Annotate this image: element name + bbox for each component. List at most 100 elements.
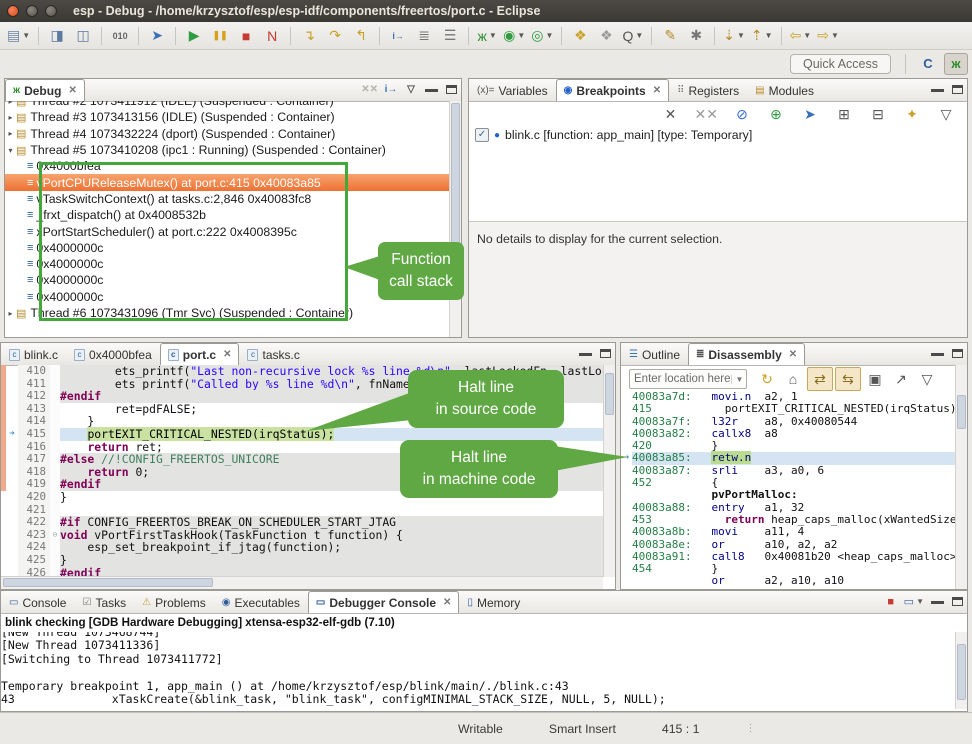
minimize-icon[interactable] (930, 596, 944, 608)
use-step-filters-button[interactable]: ☰ (438, 25, 462, 47)
breakpoint-checkbox[interactable]: ✓ (475, 128, 489, 142)
save-all-button[interactable]: ◫ (71, 25, 95, 47)
chevron-down-icon[interactable]: ▼ (765, 31, 773, 40)
back-button[interactable]: ⇦▼ (788, 25, 814, 47)
debug-thread-row[interactable]: ▸▤Thread #6 1073431096 (Tmr Svc) (Suspen… (5, 305, 450, 321)
remove-all-breakpoints-button[interactable]: ✕✕ (693, 103, 720, 125)
fold-minus-icon[interactable]: ⊖ (50, 529, 60, 542)
debug-button[interactable]: ж▼ (475, 25, 499, 47)
show-lines-button[interactable]: ≣ (412, 25, 436, 47)
tab-blink-c[interactable]: cblink.c (1, 343, 66, 365)
tab-problems[interactable]: ⚠Problems (134, 591, 214, 613)
window-minimize-button[interactable] (26, 5, 38, 17)
instruction-stepping-mode-button[interactable]: i→ (384, 84, 398, 95)
minimize-icon[interactable] (424, 84, 438, 96)
tree-expander-icon[interactable]: ▸ (5, 309, 16, 318)
maximize-icon[interactable] (950, 349, 964, 358)
external-tools-button[interactable]: ◎▼ (529, 25, 555, 47)
tab-modules[interactable]: ▤Modules (747, 79, 822, 101)
chevron-down-icon[interactable]: ▼ (546, 31, 554, 40)
perspective-debug-button[interactable]: ж (944, 53, 968, 75)
minimize-icon[interactable] (578, 348, 592, 360)
step-into-button[interactable]: ↴ (297, 25, 321, 47)
disassembly-listing[interactable]: 40083a7d: movi.n a2, 1415 portEXIT_CRITI… (621, 391, 956, 589)
open-type-button[interactable]: ❖ (568, 25, 592, 47)
debug-stack-frame[interactable]: ≡xPortStartScheduler() at port.c:222 0x4… (5, 223, 450, 239)
tab-console[interactable]: ▭Console (1, 591, 74, 613)
debug-thread-row[interactable]: ▾▤Thread #5 1073410208 (ipc1 : Running) … (5, 142, 450, 158)
maximize-icon[interactable] (598, 349, 612, 358)
chevron-down-icon[interactable]: ▼ (517, 31, 525, 40)
tab-breakpoints[interactable]: ◉Breakpoints✕ (556, 79, 669, 101)
instruction-stepping-button[interactable]: i→ (386, 25, 410, 47)
close-icon[interactable]: ✕ (68, 85, 76, 96)
remove-all-terminated-button[interactable]: ✕✕ (361, 84, 378, 95)
expand-all-button[interactable]: ⊞ (832, 103, 856, 125)
chevron-down-icon[interactable]: ▼ (916, 597, 924, 606)
maximize-icon[interactable] (950, 85, 964, 94)
search-button[interactable]: Q▼ (620, 25, 645, 47)
close-icon[interactable]: ✕ (443, 597, 451, 608)
forward-button[interactable]: ⇨▼ (815, 25, 841, 47)
tab-registers[interactable]: ⠿Registers (669, 79, 747, 101)
refresh-button[interactable]: ↻ (755, 368, 779, 390)
debug-thread-row[interactable]: ▸▤Thread #3 1073413156 (IDLE) (Suspended… (5, 109, 450, 125)
disconnect-button[interactable]: N (260, 25, 284, 47)
console-scrollbar[interactable] (955, 632, 967, 709)
debug-stack-frame[interactable]: ≡vTaskSwitchContext() at tasks.c:2,846 0… (5, 191, 450, 207)
editor-horizontal-scrollbar[interactable] (1, 576, 603, 589)
debug-stack-frame[interactable]: ≡vPortCPUReleaseMutex() at port.c:415 0x… (5, 174, 450, 190)
select-pointer-button[interactable]: ➤ (145, 25, 169, 47)
binary-button[interactable]: 010 (108, 25, 132, 47)
go-to-file-button[interactable]: ⊕ (764, 103, 788, 125)
chevron-down-icon[interactable]: ▼ (737, 31, 745, 40)
tree-expander-icon[interactable]: ▾ (5, 146, 16, 155)
suspend-button[interactable]: ❚❚ (208, 25, 232, 47)
minimize-icon[interactable] (930, 348, 944, 360)
tab-variables[interactable]: (x)=Variables (469, 79, 556, 101)
window-maximize-button[interactable] (45, 5, 57, 17)
tree-expander-icon[interactable]: ▸ (5, 113, 16, 122)
maximize-icon[interactable] (444, 85, 458, 94)
resume-button[interactable]: ▶ (182, 25, 206, 47)
console-output[interactable]: [New Thread 1073468744][New Thread 10734… (1, 632, 955, 709)
terminate-button[interactable]: ■ (884, 596, 898, 608)
skip-all-breakpoints-button[interactable]: ⊘ (730, 103, 754, 125)
chevron-down-icon[interactable]: ▼ (635, 31, 643, 40)
close-icon[interactable]: ✕ (223, 349, 231, 360)
debug-stack-frame[interactable]: ≡_frxt_dispatch() at 0x4008532b (5, 207, 450, 223)
tab-executables[interactable]: ◉Executables (214, 591, 308, 613)
perspective-cpp-button[interactable]: C (916, 53, 940, 75)
link-with-debug-view-button[interactable]: ✦ (900, 103, 924, 125)
chevron-down-icon[interactable]: ▼ (803, 31, 811, 40)
tree-expander-icon[interactable]: ▸ (5, 129, 16, 138)
last-edit-location-button[interactable]: ⇣▼ (721, 25, 747, 47)
status-drag-handle[interactable]: ⋮ (745, 723, 756, 734)
tab-0x4000bfea[interactable]: c0x4000bfea (66, 343, 160, 365)
run-button[interactable]: ◉▼ (501, 25, 527, 47)
remove-breakpoint-button[interactable]: ✕ (659, 103, 683, 125)
minimize-icon[interactable] (930, 84, 944, 96)
display-selected-console-button[interactable]: ▭▼ (904, 595, 924, 608)
home-button[interactable]: ⌂ (781, 368, 805, 390)
debug-thread-row[interactable]: ▸▤Thread #2 1073411912 (IDLE) (Suspended… (5, 101, 450, 109)
debug-scrollbar[interactable] (449, 101, 461, 337)
debug-thread-row[interactable]: ▸▤Thread #4 1073432224 (dport) (Suspende… (5, 126, 450, 142)
step-return-button[interactable]: ↰ (349, 25, 373, 47)
chevron-down-icon[interactable]: ▼ (22, 31, 30, 40)
chevron-down-icon[interactable]: ▼ (831, 31, 839, 40)
close-icon[interactable]: ✕ (789, 349, 797, 360)
close-icon[interactable]: ✕ (653, 85, 661, 96)
open-new-button[interactable]: ↗ (889, 368, 913, 390)
tab-debug[interactable]: ж Debug ✕ (5, 79, 85, 101)
tab-port-c[interactable]: cport.c✕ (160, 343, 240, 365)
tab-disassembly[interactable]: ≣Disassembly✕ (688, 343, 805, 365)
debug-stack-frame[interactable]: ≡0x4000bfea (5, 158, 450, 174)
location-combo[interactable]: Enter location here ▼ (629, 369, 747, 389)
disassembly-scrollbar[interactable] (955, 365, 967, 589)
breakpoint-row[interactable]: ✓ ● blink.c [function: app_main] [type: … (469, 126, 967, 144)
terminate-button[interactable]: ■ (234, 25, 258, 47)
tab-debugger-console[interactable]: ▭Debugger Console✕ (308, 591, 460, 613)
open-resource-button[interactable]: ❖ (594, 25, 618, 47)
step-over-button[interactable]: ↷ (323, 25, 347, 47)
